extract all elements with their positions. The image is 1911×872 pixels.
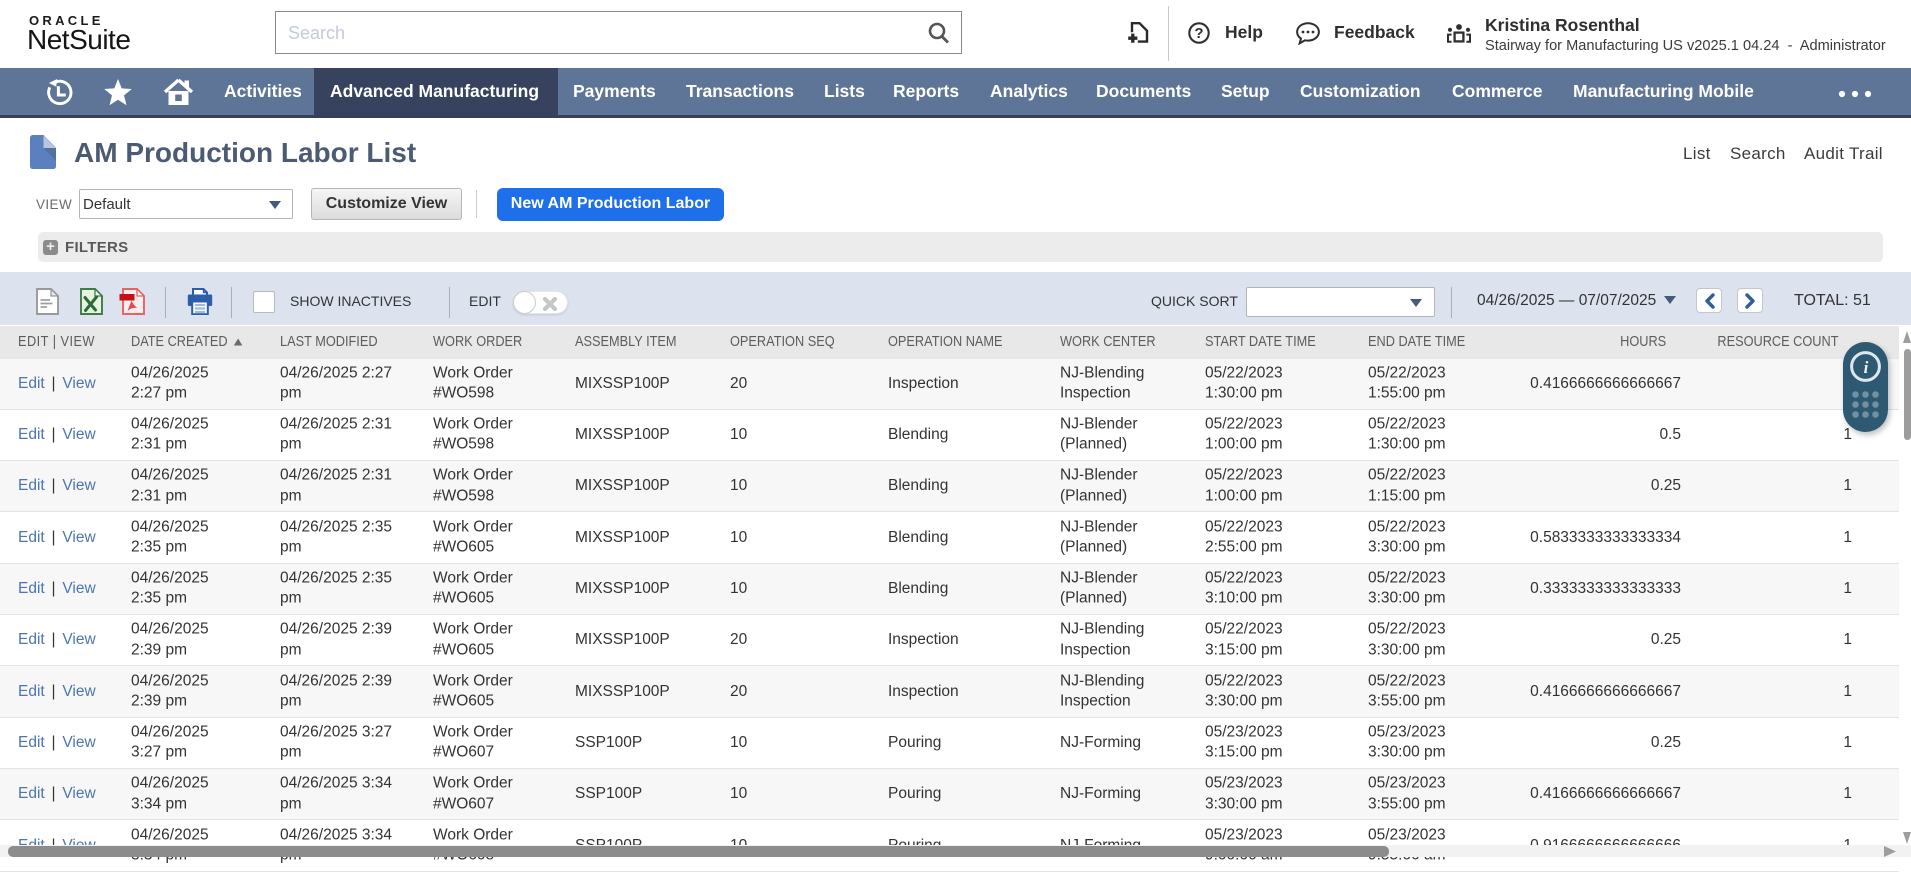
svg-text:i: i bbox=[1864, 358, 1869, 377]
svg-text:?: ? bbox=[1194, 25, 1203, 42]
